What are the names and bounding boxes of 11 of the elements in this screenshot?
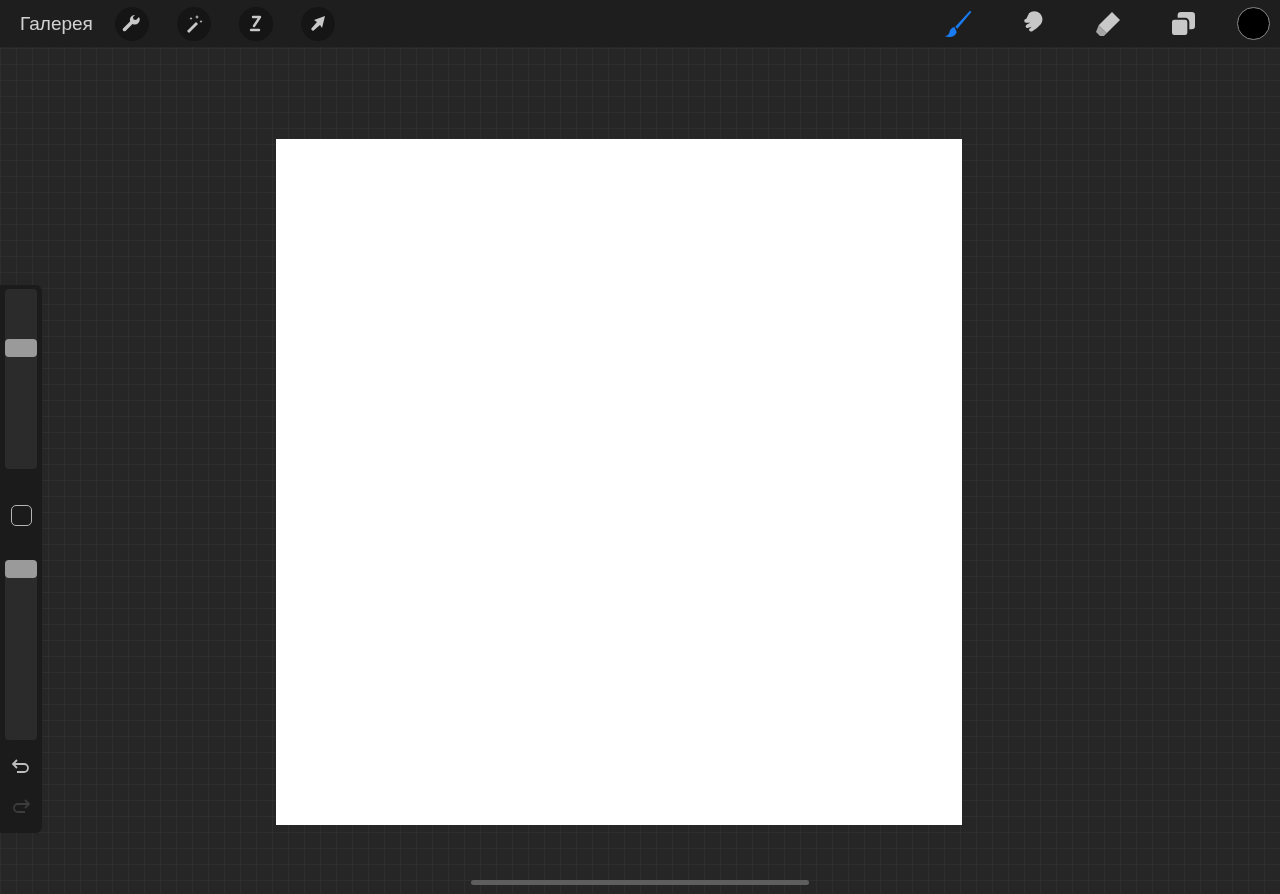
wand-button[interactable] (176, 6, 211, 41)
slider-thumb[interactable] (5, 339, 37, 358)
transform-button[interactable] (300, 6, 335, 41)
gallery-button[interactable]: Галерея (12, 8, 101, 39)
brush-size-slider[interactable] (5, 289, 37, 469)
wrench-button[interactable] (114, 6, 149, 41)
opacity-slider[interactable] (5, 560, 37, 740)
color-swatch[interactable] (1237, 7, 1270, 40)
selection-button[interactable] (238, 6, 273, 41)
modify-button[interactable] (10, 505, 32, 526)
slider-thumb[interactable] (5, 560, 37, 578)
